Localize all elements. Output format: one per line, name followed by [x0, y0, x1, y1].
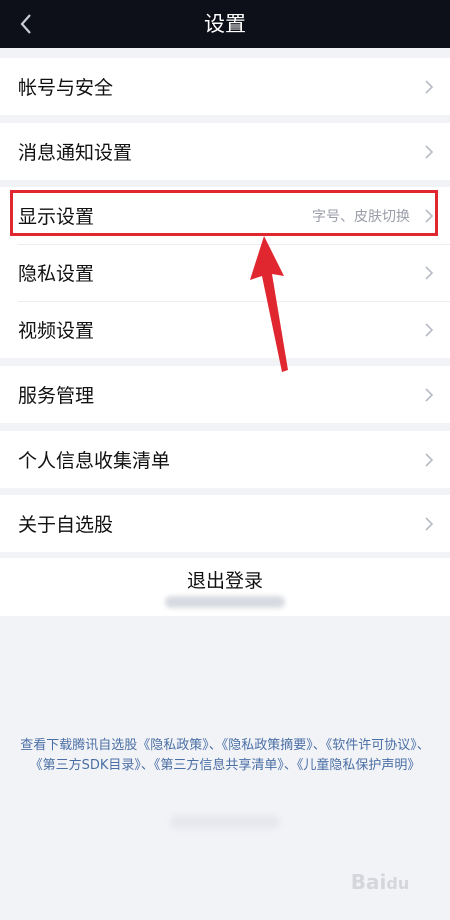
nav-bar: 设置	[0, 0, 450, 48]
chevron-right-icon	[425, 144, 434, 159]
blurred-account-text	[165, 596, 285, 608]
chevron-right-icon	[425, 387, 434, 402]
chevron-right-icon	[425, 516, 434, 531]
settings-item-about[interactable]: 关于自选股	[0, 495, 450, 552]
tencent-logo	[170, 815, 280, 829]
settings-item-personal-info-list[interactable]: 个人信息收集清单	[0, 431, 450, 488]
chevron-right-icon	[425, 208, 434, 223]
settings-item-label: 隐私设置	[18, 263, 95, 285]
settings-item-privacy[interactable]: 隐私设置	[0, 244, 450, 301]
chevron-right-icon	[425, 265, 434, 280]
settings-item-service-management[interactable]: 服务管理	[0, 366, 450, 423]
settings-item-notifications[interactable]: 消息通知设置	[0, 123, 450, 180]
policy-links[interactable]: 查看下载腾讯自选股《隐私政策》、《隐私政策摘要》、《软件许可协议》、《第三方SD…	[18, 736, 432, 776]
settings-group-display: 显示设置 字号、皮肤切换 隐私设置 视频设置	[0, 187, 450, 358]
watermark-logo: Baidu	[350, 870, 410, 894]
settings-item-label: 显示设置	[18, 206, 95, 228]
settings-item-display[interactable]: 显示设置 字号、皮肤切换	[0, 187, 450, 244]
settings-item-video[interactable]: 视频设置	[0, 301, 450, 358]
arrow-up-annotation	[250, 236, 288, 372]
settings-group-about: 关于自选股	[0, 495, 450, 552]
chevron-right-icon	[425, 79, 434, 94]
settings-group-account: 帐号与安全	[0, 58, 450, 115]
settings-group-service: 服务管理	[0, 366, 450, 423]
settings-item-label: 视频设置	[18, 320, 95, 342]
settings-item-label: 关于自选股	[18, 514, 114, 536]
logout-section: 退出登录	[0, 558, 450, 616]
chevron-right-icon	[425, 452, 434, 467]
settings-item-label: 个人信息收集清单	[18, 450, 171, 472]
settings-item-label: 消息通知设置	[18, 142, 133, 164]
settings-group-personal-info: 个人信息收集清单	[0, 431, 450, 488]
settings-item-account-security[interactable]: 帐号与安全	[0, 58, 450, 115]
settings-item-hint: 字号、皮肤切换	[312, 208, 410, 225]
logout-button[interactable]: 退出登录	[0, 566, 450, 593]
settings-group-notify: 消息通知设置	[0, 123, 450, 180]
settings-item-label: 帐号与安全	[18, 77, 114, 99]
chevron-right-icon	[425, 322, 434, 337]
page-title: 设置	[204, 12, 246, 36]
settings-item-label: 服务管理	[18, 385, 95, 407]
